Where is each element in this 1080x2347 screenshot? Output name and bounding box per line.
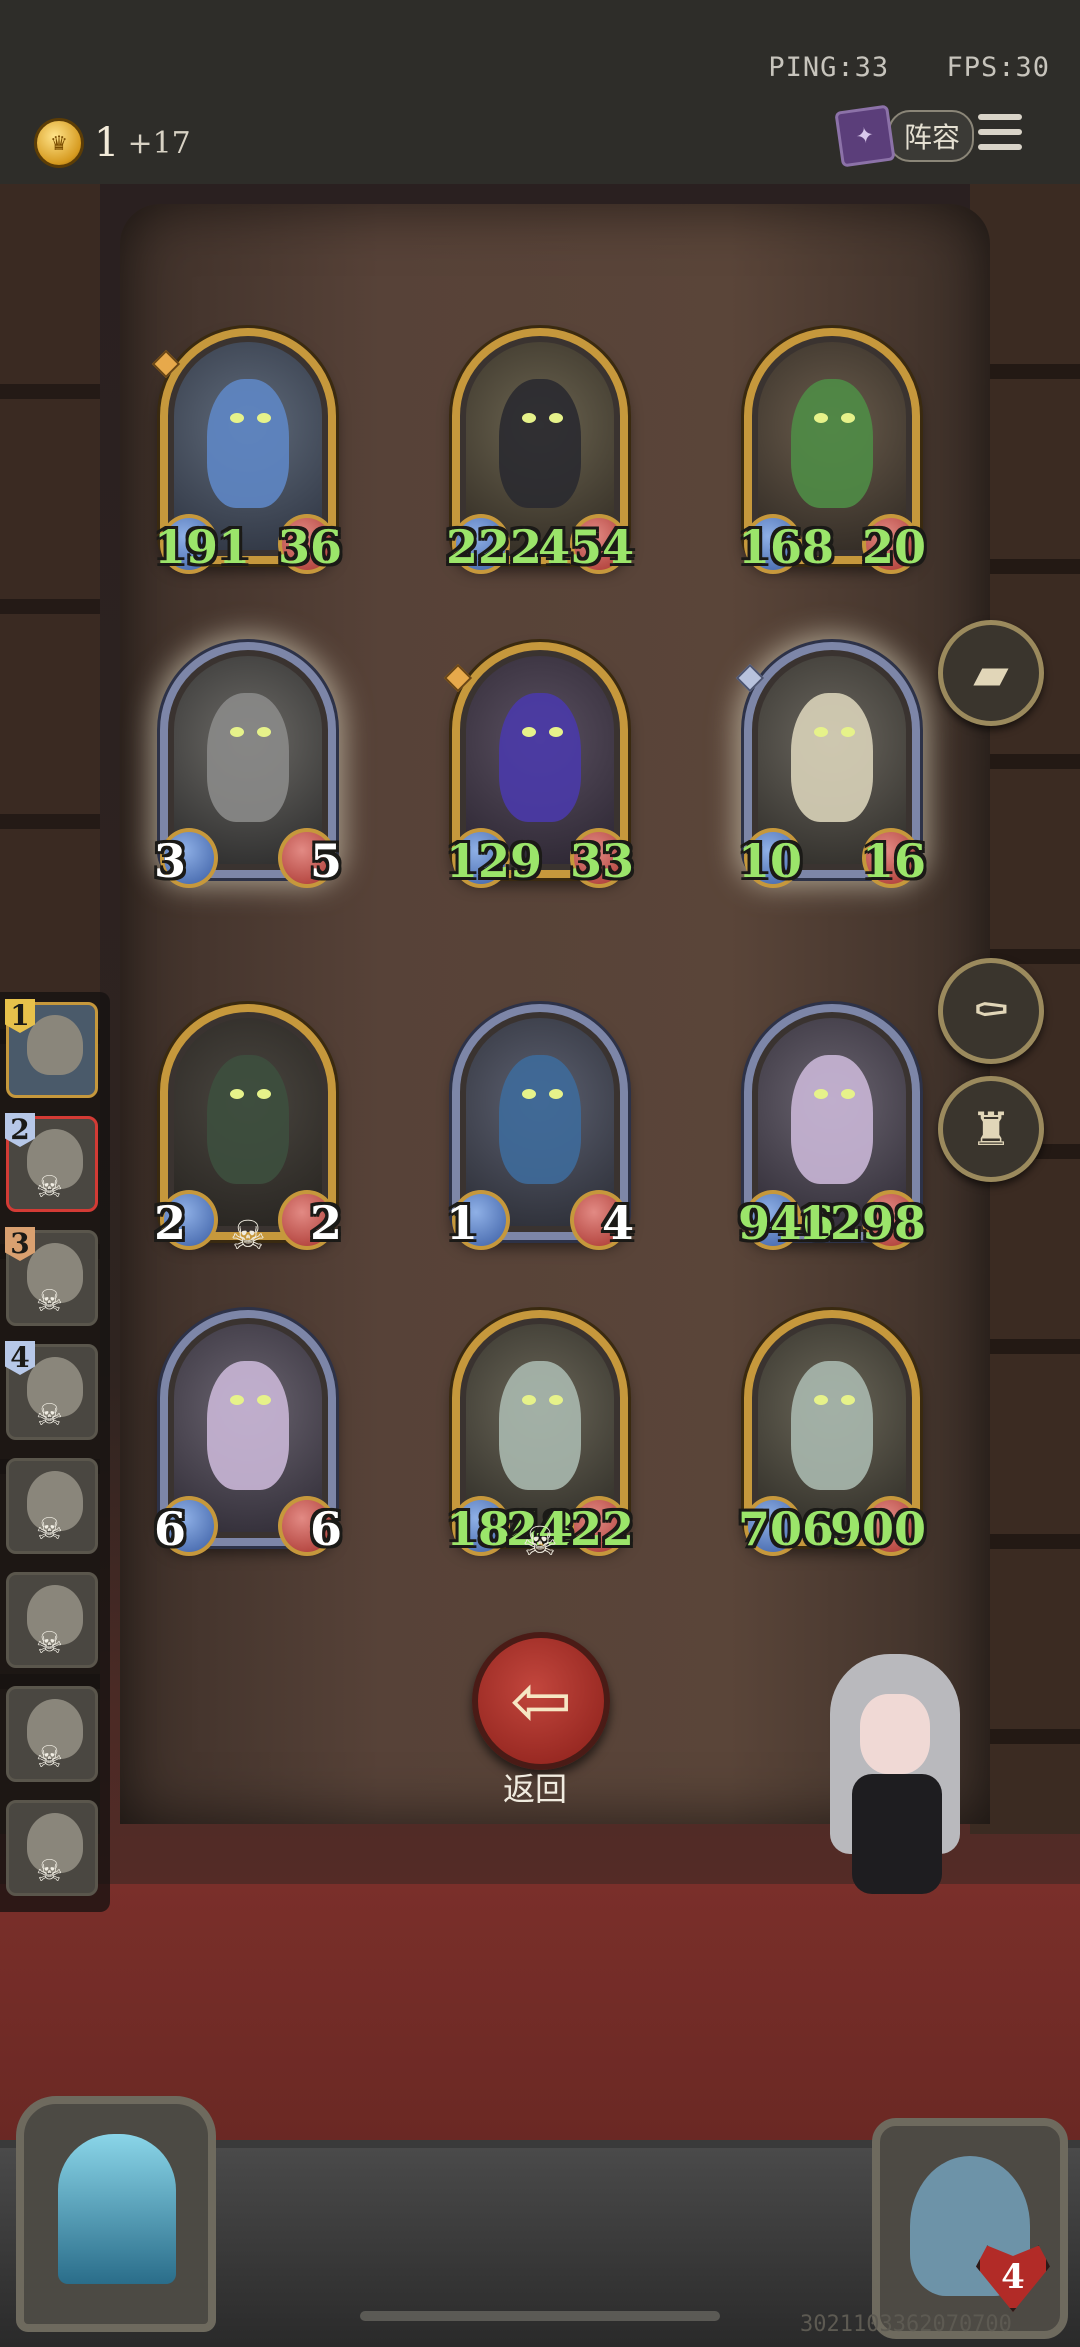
health-value: 33 <box>569 834 634 888</box>
mushroom-goblin-card[interactable]: 14 <box>446 1004 634 1250</box>
coin-count: 1 <box>94 120 120 166</box>
return-label: 返回 <box>502 1770 567 1808</box>
return-button[interactable]: ⇦ <box>472 1632 610 1770</box>
book-icon[interactable]: ▰ <box>938 620 1044 726</box>
health-value: 4 <box>601 1196 634 1250</box>
deathrattle-skull-icon: ☠ <box>522 1519 558 1565</box>
eliminated-skull-icon: ☠ <box>36 1284 63 1319</box>
green-dragon-card[interactable]: 168 20 <box>738 328 926 574</box>
home-indicator[interactable] <box>360 2311 720 2321</box>
masked-priestess-card[interactable]: 946 1298 <box>738 1004 926 1250</box>
hamburger-menu-icon[interactable] <box>978 114 1022 156</box>
masked-priestess-card-2[interactable]: 66 <box>154 1310 342 1556</box>
attack-value: 6 <box>154 1502 187 1556</box>
attack-value: 222 <box>446 520 543 574</box>
tier-sidebar: 1 2 ☠ 3 ☠ 4 ☠ ☠ ☠ ☠ ☠ <box>0 992 110 1912</box>
hero-portrait[interactable] <box>872 2118 1068 2339</box>
hooded-nun-card[interactable]: 1848 2422 ☠ <box>446 1310 634 1564</box>
attack-value: 191 <box>154 520 251 574</box>
opponent-portrait <box>27 1015 83 1075</box>
attack-value: 168 <box>738 520 835 574</box>
white-serpent-dragon-card[interactable]: 10 16 <box>735 642 926 888</box>
attack-value: 2 <box>154 1196 187 1250</box>
portal-icon[interactable] <box>16 2096 216 2332</box>
ping-readout: PING:33 <box>768 52 890 83</box>
health-value: 454 <box>537 520 634 574</box>
health-value: 2 <box>309 1196 342 1250</box>
health-value: 20 <box>861 520 926 574</box>
attack-value: 129 <box>446 834 543 888</box>
tier-slot-6[interactable]: ☠ <box>6 1572 98 1668</box>
candles-icon[interactable]: ♜ <box>938 1076 1044 1182</box>
eliminated-skull-icon: ☠ <box>36 1398 63 1433</box>
lineup-label: 阵容 <box>888 110 975 162</box>
coffin-icon[interactable]: ⚰ <box>938 958 1044 1064</box>
tier-slot-8[interactable]: ☠ <box>6 1800 98 1896</box>
network-stats: PING:33 FPS:30 <box>728 52 1050 83</box>
fps-readout: FPS:30 <box>946 52 1050 83</box>
attack-value: 10 <box>738 834 803 888</box>
health-value: 5 <box>309 834 342 888</box>
health-value: 1298 <box>797 1196 926 1250</box>
eliminated-skull-icon: ☠ <box>36 1512 63 1547</box>
purple-dragon-card[interactable]: 129 33 <box>443 642 634 888</box>
health-value: 36 <box>277 520 342 574</box>
tier-slot-4[interactable]: 4 ☠ <box>5 1341 98 1440</box>
eliminated-skull-icon: ☠ <box>36 1740 63 1775</box>
attack-value: 706 <box>738 1502 835 1556</box>
eliminated-skull-icon: ☠ <box>36 1854 63 1889</box>
tier-slot-1[interactable]: 1 <box>5 999 98 1098</box>
hero-character <box>822 1654 972 1924</box>
tier-slot-5[interactable]: ☠ <box>6 1458 98 1554</box>
health-value: 900 <box>829 1502 926 1556</box>
health-value: 16 <box>861 834 926 888</box>
coin-counter: ♛ 1 +17 <box>34 118 191 168</box>
spellbook-icon: ✦ <box>834 104 896 168</box>
health-value: 6 <box>309 1502 342 1556</box>
attack-value: 1 <box>446 1196 479 1250</box>
attack-value: 3 <box>154 834 187 888</box>
tier-slot-2[interactable]: 2 ☠ <box>5 1113 98 1212</box>
tier-slot-3[interactable]: 3 ☠ <box>5 1227 98 1326</box>
arrow-left-icon: ⇦ <box>509 1658 572 1744</box>
bone-dragon-card[interactable]: 35 <box>154 642 342 888</box>
build-id: 3021103362070700 <box>800 2312 1012 2337</box>
black-dragon-card[interactable]: 222 454 <box>446 328 634 574</box>
crown-coin-icon: ♛ <box>34 118 84 168</box>
deathrattle-skull-icon: ☠ <box>230 1213 266 1259</box>
top-bar: PING:33 FPS:30 ♛ 1 +17 ✦ 阵容 <box>0 0 1080 184</box>
treasure-chest-mimic-card[interactable]: 2 2 ☠ <box>154 1004 342 1258</box>
tier-slot-7[interactable]: ☠ <box>6 1686 98 1782</box>
eliminated-skull-icon: ☠ <box>36 1170 63 1205</box>
blue-dragon-card[interactable]: 191 36 <box>151 328 342 574</box>
coin-income: +17 <box>127 125 191 161</box>
eliminated-skull-icon: ☠ <box>36 1626 63 1661</box>
hooded-nun-card-2[interactable]: 706 900 <box>738 1310 926 1556</box>
lineup-button[interactable]: ✦ 阵容 <box>834 104 975 168</box>
